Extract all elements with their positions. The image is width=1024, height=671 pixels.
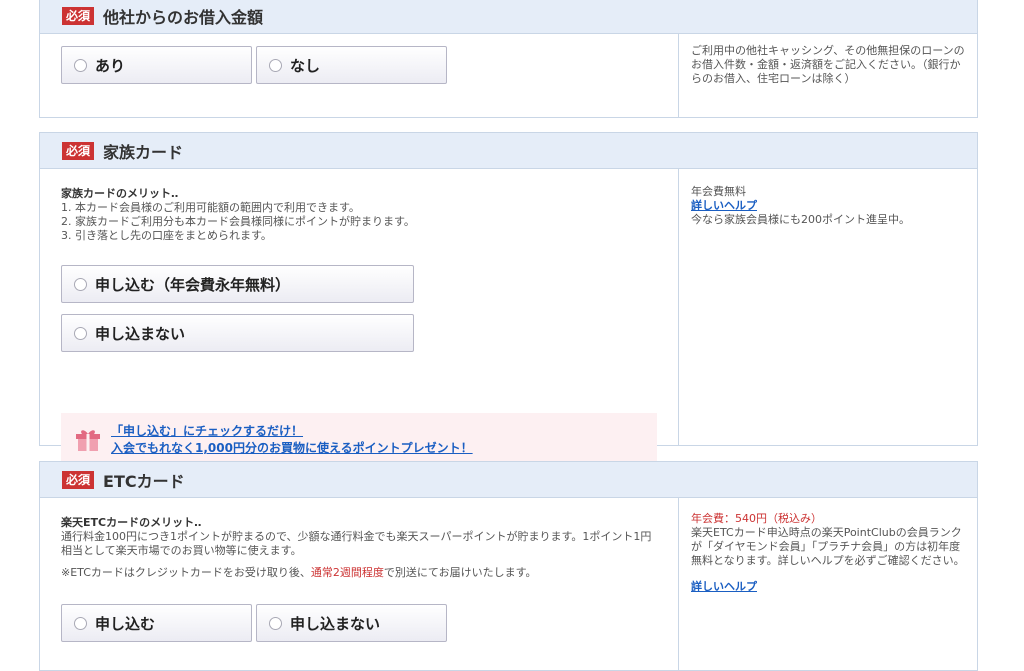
family-card-merit-1: 1. 本カード会員様のご利用可能額の範囲内で利用できます。 xyxy=(61,201,360,214)
radio-label: 申し込む（年会費永年無料） xyxy=(95,275,291,294)
radio-label: あり xyxy=(95,56,126,75)
etc-card-section: 必須 ETCカード 楽天ETCカードのメリット‥ 通行料金100円につき1ポイン… xyxy=(39,461,978,671)
notice-highlight: 通常2週間程度 xyxy=(310,566,384,579)
family-card-title: 家族カード xyxy=(103,142,184,162)
notice-text: で別送にてお届けいたします。 xyxy=(383,566,537,579)
promo-text: 「申し込む」にチェックするだけ！ 入会でもれなく1,000円分のお買物に使えるポ… xyxy=(111,423,473,457)
radio-label: 申し込まない xyxy=(290,614,381,633)
family-card-decline-radio[interactable]: 申し込まない xyxy=(61,314,414,352)
radio-label: 申し込む xyxy=(95,614,156,633)
family-card-apply-radio[interactable]: 申し込む（年会費永年無料） xyxy=(61,265,414,303)
family-card-header: 必須 家族カード xyxy=(40,133,977,169)
notice-text: ※ETCカードはクレジットカードをお受け取り後、 xyxy=(61,566,311,579)
family-card-help-link[interactable]: 詳しいヘルプ xyxy=(691,199,757,212)
radio-circle-icon xyxy=(269,58,282,72)
etc-card-side-note: 楽天ETCカード申込時点の楽天PointClubの会員ランクが「ダイヤモンド会員… xyxy=(691,526,965,567)
radio-circle-icon xyxy=(74,277,87,291)
radio-circle-icon xyxy=(269,616,282,630)
family-card-body: 家族カードのメリット‥ 1. 本カード会員様のご利用可能額の範囲内で利用できます… xyxy=(40,169,678,467)
required-badge: 必須 xyxy=(62,141,95,160)
radio-circle-icon xyxy=(74,326,87,340)
promo-link-2[interactable]: 入会でもれなく1,000円分のお買物に使えるポイントプレゼント！ xyxy=(111,441,473,455)
other-loans-note: ご利用中の他社キャッシング、その他無担保のローンのお借入件数・金額・返済額をご記… xyxy=(691,44,965,85)
etc-card-side-panel: 年会費：540円（税込み） 楽天ETCカード申込時点の楽天PointClubの会… xyxy=(678,498,977,671)
other-loans-note-panel: ご利用中の他社キャッシング、その他無担保のローンのお借入件数・金額・返済額をご記… xyxy=(678,34,977,118)
other-loans-options: あり なし xyxy=(40,34,678,118)
radio-circle-icon xyxy=(74,58,87,72)
other-loans-section: 必須 他社からのお借入金額 あり なし ご利用中の他社キャッシング、その他無担保… xyxy=(39,0,978,118)
other-loans-header: 必須 他社からのお借入金額 xyxy=(40,0,977,34)
etc-card-merit-title: 楽天ETCカードのメリット‥ xyxy=(61,516,202,529)
other-loans-yes-radio[interactable]: あり xyxy=(61,46,252,84)
etc-card-merit-text: 通行料金100円につき1ポイントが貯まるので、少額な通行料金でも楽天スーパーポイ… xyxy=(61,530,652,557)
gift-icon xyxy=(76,430,100,451)
promo-link-1[interactable]: 「申し込む」にチェックするだけ！ xyxy=(111,424,303,438)
etc-card-title: ETCカード xyxy=(103,471,185,491)
required-badge: 必須 xyxy=(62,470,95,489)
family-card-section: 必須 家族カード 家族カードのメリット‥ 1. 本カード会員様のご利用可能額の範… xyxy=(39,132,978,467)
radio-label: なし xyxy=(290,56,321,75)
family-card-fee: 年会費無料 xyxy=(691,185,746,198)
family-card-side-note: 今なら家族会員様にも200ポイント進呈中。 xyxy=(691,213,910,226)
family-card-merit-2: 2. 家族カードご利用分も本カード会員様同様にポイントが貯まります。 xyxy=(61,215,415,228)
other-loans-title: 他社からのお借入金額 xyxy=(103,7,264,27)
radio-label: 申し込まない xyxy=(95,324,186,343)
etc-card-header: 必須 ETCカード xyxy=(40,462,977,498)
radio-circle-icon xyxy=(74,616,87,630)
family-card-side-panel: 年会費無料 詳しいヘルプ 今なら家族会員様にも200ポイント進呈中。 xyxy=(678,169,977,446)
family-card-merit-3: 3. 引き落とし先の口座をまとめられます。 xyxy=(61,229,272,242)
etc-card-help-link[interactable]: 詳しいヘルプ xyxy=(691,580,757,593)
required-badge: 必須 xyxy=(62,6,95,25)
family-card-promo: 「申し込む」にチェックするだけ！ 入会でもれなく1,000円分のお買物に使えるポ… xyxy=(61,413,657,467)
etc-card-body: 楽天ETCカードのメリット‥ 通行料金100円につき1ポイントが貯まるので、少額… xyxy=(40,498,678,671)
etc-card-apply-radio[interactable]: 申し込む xyxy=(61,604,252,642)
etc-card-decline-radio[interactable]: 申し込まない xyxy=(256,604,447,642)
other-loans-no-radio[interactable]: なし xyxy=(256,46,447,84)
etc-card-fee: 年会費：540円（税込み） xyxy=(691,512,822,525)
etc-card-notice: ※ETCカードはクレジットカードをお受け取り後、通常2週間程度で別送にてお届けい… xyxy=(61,566,662,580)
family-card-merit-title: 家族カードのメリット‥ xyxy=(61,187,179,200)
